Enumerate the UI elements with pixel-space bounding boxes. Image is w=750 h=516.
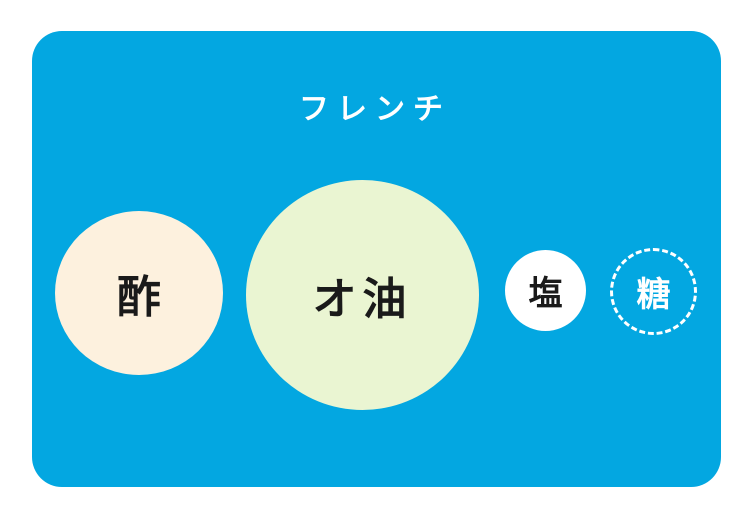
dressing-title: フレンチ xyxy=(299,92,451,127)
ingredient-salt-label: 塩 xyxy=(528,274,563,314)
ingredient-oil-circle: オ油 xyxy=(246,180,479,410)
ingredient-oil-label: オ油 xyxy=(312,274,413,325)
ingredient-vinegar-label: 酢 xyxy=(117,272,161,323)
ingredient-sugar-label: 糖 xyxy=(636,275,671,315)
ingredient-sugar-circle: 糖 xyxy=(610,248,697,335)
ingredient-salt-circle: 塩 xyxy=(505,250,586,331)
ingredient-vinegar-circle: 酢 xyxy=(55,211,223,375)
